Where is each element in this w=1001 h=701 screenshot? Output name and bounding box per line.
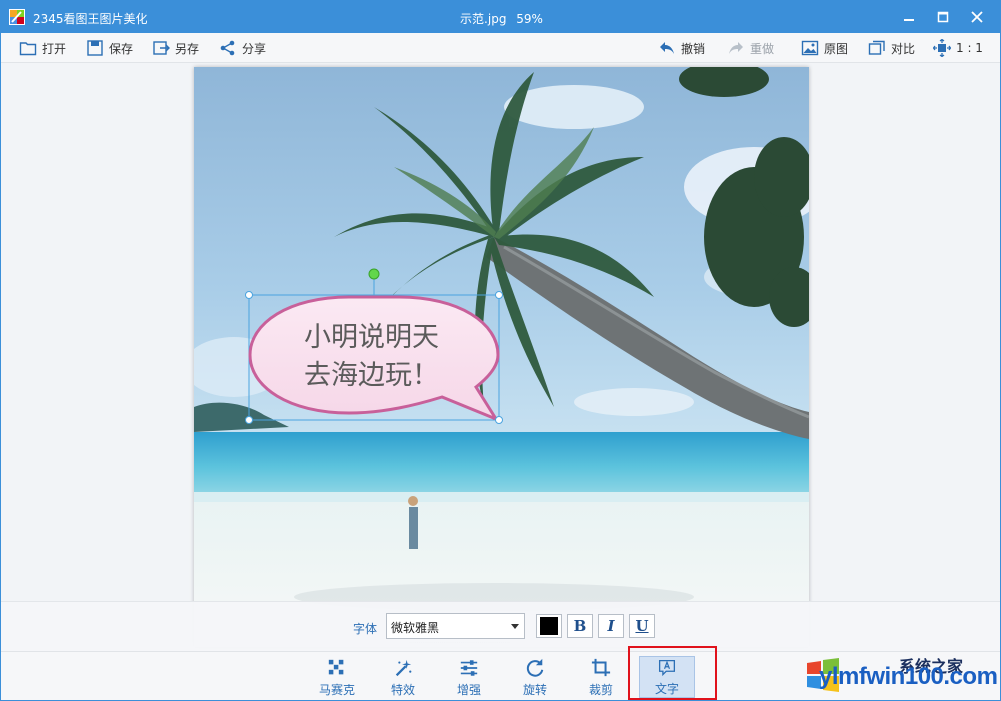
save-label: 保存 [109, 41, 134, 56]
redo-button[interactable]: 重做 [727, 38, 774, 58]
tool-text-label: 文字 [654, 682, 679, 696]
folder-icon [19, 42, 37, 56]
tool-crop-label: 裁剪 [588, 683, 613, 697]
close-icon [971, 11, 983, 23]
close-button[interactable] [960, 1, 994, 33]
italic-button[interactable]: I [598, 614, 624, 638]
compare-button[interactable]: 对比 [868, 38, 915, 58]
bold-button[interactable]: B [567, 614, 593, 638]
redo-icon [729, 42, 743, 54]
maximize-button[interactable] [926, 1, 960, 33]
site-watermark: 系统之家 ylmfwin100.com [803, 651, 999, 699]
watermark-url: ylmfwin100.com [819, 663, 998, 690]
actual-size-label: 1 : 1 [956, 41, 983, 55]
photo-canvas[interactable]: ········································… [194, 67, 809, 647]
maximize-icon [937, 11, 949, 23]
title-bar: 2345看图王图片美化 示范.jpg 59% [1, 1, 1000, 33]
tool-mosaic[interactable]: 马赛克 [309, 656, 365, 698]
tool-effects-label: 特效 [390, 683, 415, 697]
compare-label: 对比 [891, 41, 916, 56]
font-family-value: 微软雅黑 [391, 621, 440, 635]
tool-crop[interactable]: 裁剪 [573, 656, 629, 698]
tool-text[interactable]: 文字 [639, 656, 695, 698]
save-button[interactable]: 保存 [86, 38, 133, 58]
save-as-icon [153, 41, 170, 55]
minimize-button[interactable] [892, 1, 926, 33]
text-format-panel: 字体 微软雅黑 B I U [1, 601, 1000, 651]
text-tool-icon [658, 659, 676, 677]
bold-label: B [573, 617, 587, 635]
top-toolbar: 打开 保存 另存 分享 撤销 重做 原图 对比 1: 1 [1, 33, 1000, 63]
chevron-down-icon [511, 624, 519, 629]
minimize-icon [904, 19, 914, 21]
canvas-workspace: ········································… [1, 63, 1000, 647]
bubble-line-1: 小明说明天 [304, 322, 439, 353]
image-editor-window: 2345看图王图片美化 示范.jpg 59% 打开 保存 另存 分享 撤销 重做… [0, 0, 1001, 701]
underline-button[interactable]: U [629, 614, 655, 638]
document-title: 示范.jpg 59% [1, 10, 1000, 27]
undo-icon [660, 42, 674, 54]
magic-wand-icon [395, 659, 412, 677]
speech-bubble-text[interactable]: 小明说明天 去海边玩！ [304, 319, 439, 395]
redo-label: 重做 [750, 41, 775, 56]
text-color-button[interactable] [536, 614, 562, 638]
fit-size-icon [933, 39, 951, 57]
file-name: 示范.jpg [460, 12, 507, 26]
share-label: 分享 [242, 41, 267, 56]
compare-icon [868, 40, 885, 55]
share-button[interactable]: 分享 [219, 38, 266, 58]
sliders-icon [460, 660, 478, 676]
crop-icon [591, 658, 611, 677]
original-image-label: 原图 [824, 41, 849, 56]
actual-size-button[interactable]: 1 : 1 [933, 38, 983, 58]
save-icon [87, 40, 103, 56]
save-as-button[interactable]: 另存 [152, 38, 199, 58]
italic-label: I [607, 617, 615, 635]
tool-rotate-label: 旋转 [522, 683, 547, 697]
zoom-level: 59% [516, 12, 543, 26]
original-image-button[interactable]: 原图 [801, 38, 848, 58]
open-button[interactable]: 打开 [19, 38, 66, 58]
mosaic-icon [328, 659, 344, 675]
underline-label: U [635, 617, 649, 635]
rotate-icon [526, 658, 544, 677]
color-swatch [540, 617, 558, 635]
undo-label: 撤销 [681, 41, 706, 56]
beach-photo: ········································… [194, 67, 809, 647]
bubble-line-2: 去海边玩！ [304, 360, 439, 391]
tool-enhance-label: 增强 [456, 683, 481, 697]
share-icon [220, 40, 235, 56]
tool-enhance[interactable]: 增强 [441, 656, 497, 698]
font-family-select[interactable]: 微软雅黑 [386, 613, 525, 639]
open-label: 打开 [42, 41, 67, 56]
font-label: 字体 [353, 622, 378, 636]
undo-button[interactable]: 撤销 [658, 38, 705, 58]
save-as-label: 另存 [175, 41, 200, 56]
tool-effects[interactable]: 特效 [375, 656, 431, 698]
tool-mosaic-label: 马赛克 [318, 683, 355, 697]
tool-rotate[interactable]: 旋转 [507, 656, 563, 698]
image-icon [801, 40, 819, 56]
